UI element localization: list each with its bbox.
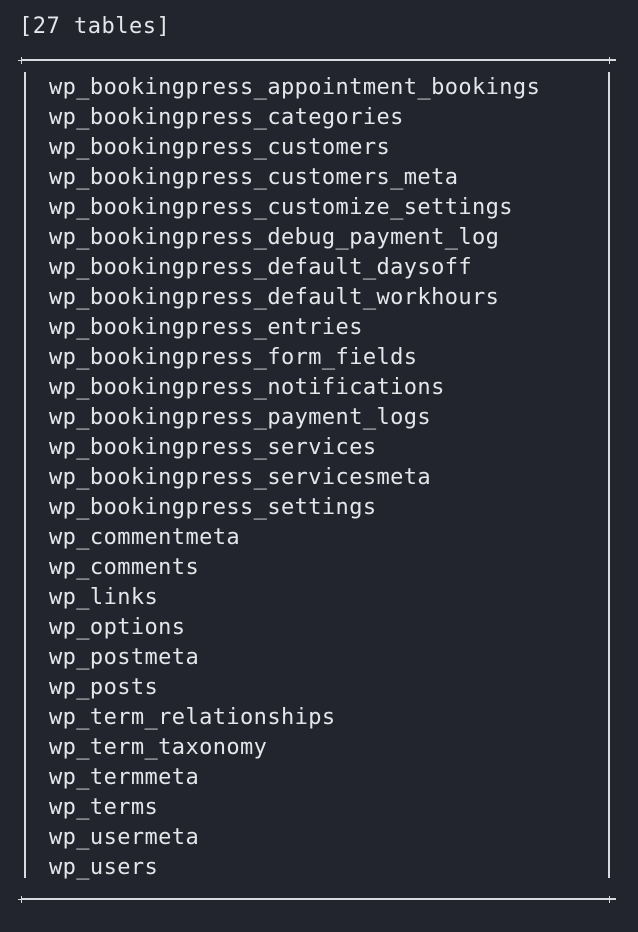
- table-row: wp_postmeta: [49, 645, 200, 670]
- table-list: wp_bookingpress_appointment_bookings wp_…: [49, 73, 540, 883]
- table-row: wp_bookingpress_default_workhours: [49, 285, 500, 310]
- table-corner-bottom-right: [606, 896, 613, 903]
- table-row: wp_bookingpress_payment_logs: [49, 405, 432, 430]
- table-row: wp_users: [49, 855, 159, 880]
- table-row: wp_terms: [49, 795, 159, 820]
- table-row: wp_bookingpress_entries: [49, 315, 363, 340]
- table-right-border: [608, 72, 610, 878]
- table-left-border: [24, 72, 26, 878]
- terminal-output: [27 tables] wp_bookingpress_appointment_…: [0, 0, 638, 932]
- table-top-border: [21, 59, 616, 61]
- table-row: wp_options: [49, 615, 186, 640]
- table-row: wp_bookingpress_customers: [49, 135, 391, 160]
- table-row: wp_usermeta: [49, 825, 200, 850]
- table-row: wp_bookingpress_customers_meta: [49, 165, 459, 190]
- table-row: wp_links: [49, 585, 159, 610]
- table-row: wp_bookingpress_debug_payment_log: [49, 225, 500, 250]
- table-row: wp_bookingpress_default_daysoff: [49, 255, 472, 280]
- table-row: wp_bookingpress_customize_settings: [49, 195, 513, 220]
- table-row: wp_bookingpress_services: [49, 435, 377, 460]
- table-corner-top-right: [606, 57, 613, 64]
- table-row: wp_bookingpress_categories: [49, 105, 404, 130]
- table-row: wp_comments: [49, 555, 200, 580]
- table-bottom-border: [21, 898, 616, 900]
- table-row: wp_bookingpress_settings: [49, 495, 377, 520]
- table-row: wp_term_taxonomy: [49, 735, 268, 760]
- table-row: wp_bookingpress_form_fields: [49, 345, 418, 370]
- table-count-header: [27 tables]: [19, 14, 171, 39]
- table-row: wp_bookingpress_appointment_bookings: [49, 75, 541, 100]
- table-row: wp_commentmeta: [49, 525, 241, 550]
- table-row: wp_bookingpress_servicesmeta: [49, 465, 432, 490]
- table-row: wp_termmeta: [49, 765, 200, 790]
- table-row: wp_posts: [49, 675, 159, 700]
- table-row: wp_bookingpress_notifications: [49, 375, 445, 400]
- table-row: wp_term_relationships: [49, 705, 336, 730]
